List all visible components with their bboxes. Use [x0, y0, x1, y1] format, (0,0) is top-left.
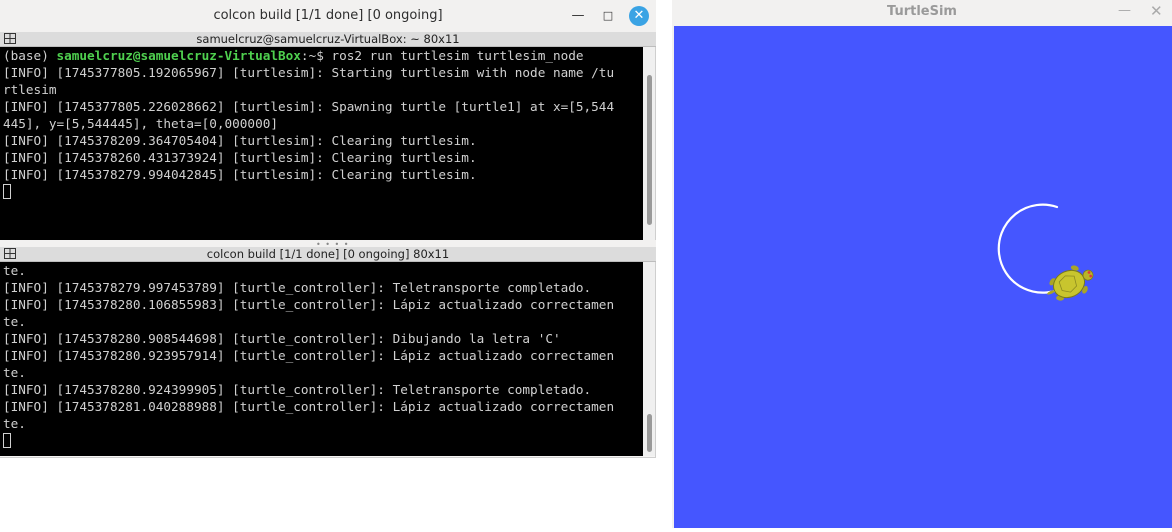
cursor-line [0, 432, 643, 449]
log-line: [INFO] [1745378280.924399905] [turtle_co… [3, 382, 592, 397]
top-terminal-pane[interactable]: (base) samuelcruz@samuelcruz-VirtualBox:… [0, 47, 643, 240]
turtlesim-drawing [997, 203, 1094, 301]
terminal-window-title: colcon build [1/1 done] [0 ongoing] [213, 8, 443, 23]
bottom-pane-header: colcon build [1/1 done] [0 ongoing] 80x1… [0, 247, 656, 262]
bottom-pane-title: colcon build [1/1 done] [0 ongoing] 80x1… [206, 247, 450, 261]
close-button[interactable]: ✕ [1150, 2, 1163, 20]
bottom-pane-scroll-thumb[interactable] [647, 414, 652, 452]
log-line: [INFO] [1745378260.431373924] [turtlesim… [3, 150, 477, 165]
terminal-window: colcon build [1/1 done] [0 ongoing] — □ … [0, 0, 656, 458]
log-line: te. [3, 263, 26, 278]
cursor-line [0, 183, 643, 200]
terminal-cursor [3, 433, 11, 448]
bottom-terminal-pane[interactable]: te. [INFO] [1745378279.997453789] [turtl… [0, 262, 643, 456]
terminal-titlebar[interactable]: colcon build [1/1 done] [0 ongoing] — □ … [0, 0, 656, 33]
log-line: [INFO] [1745378281.040288988] [turtle_co… [3, 399, 615, 414]
log-line: te. [3, 314, 26, 329]
minimize-button[interactable]: — [568, 6, 588, 26]
turtlesim-canvas [674, 26, 1172, 528]
prompt-prefix: (base) [3, 48, 57, 63]
prompt-line: (base) samuelcruz@samuelcruz-VirtualBox:… [0, 47, 643, 64]
turtle-icon [1047, 265, 1094, 301]
turtlesim-window: TurtleSim — ✕ [672, 0, 1172, 528]
turtlesim-titlebar[interactable]: TurtleSim — ✕ [672, 0, 1172, 26]
log-line: [INFO] [1745378209.364705404] [turtlesim… [3, 133, 477, 148]
log-line: [INFO] [1745378280.106855983] [turtle_co… [3, 297, 615, 312]
log-line: rtlesim [3, 82, 57, 97]
minimize-button[interactable]: — [1118, 3, 1131, 18]
log-line: [INFO] [1745377805.226028662] [turtlesim… [3, 99, 615, 114]
log-line: [INFO] [1745378279.997453789] [turtle_co… [3, 280, 592, 295]
turtlesim-window-title: TurtleSim [887, 4, 957, 19]
bottom-pane-scrollbar[interactable] [643, 262, 655, 456]
top-pane-scroll-thumb[interactable] [647, 75, 652, 225]
log-line: [INFO] [1745378279.994042845] [turtlesim… [3, 167, 477, 182]
prompt-user: samuelcruz@samuelcruz-VirtualBox [56, 48, 301, 63]
top-pane-scrollbar[interactable] [643, 47, 655, 240]
terminal-cursor [3, 184, 11, 199]
log-line: te. [3, 416, 26, 431]
log-line: [INFO] [1745377805.192065967] [turtlesim… [3, 65, 615, 80]
log-line: 445], y=[5,544445], theta=[0,000000] [3, 116, 278, 131]
prompt-command: :~$ ros2 run turtlesim turtlesim_node [300, 48, 584, 63]
top-pane-header: samuelcruz@samuelcruz-VirtualBox: ~ 80x1… [0, 32, 656, 47]
log-line: te. [3, 365, 26, 380]
top-pane-title: samuelcruz@samuelcruz-VirtualBox: ~ 80x1… [196, 32, 460, 46]
close-button[interactable]: ✕ [629, 6, 649, 26]
pane-divider[interactable]: • • • • [0, 240, 656, 249]
maximize-button[interactable]: □ [598, 6, 618, 26]
log-line: [INFO] [1745378280.923957914] [turtle_co… [3, 348, 615, 363]
log-line: [INFO] [1745378280.908544698] [turtle_co… [3, 331, 561, 346]
